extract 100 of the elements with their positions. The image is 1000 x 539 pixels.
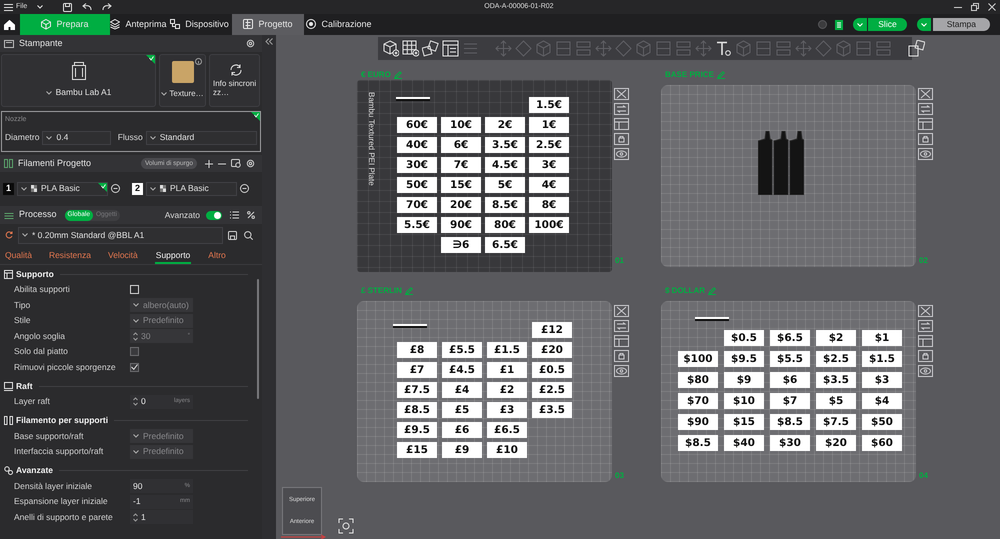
eye-icon[interactable] [918,148,933,160]
tab[interactable]: Calibrazione [304,14,374,35]
price-tag-model: $90 [678,414,718,430]
save-icon[interactable] [228,230,237,240]
restore-icon[interactable] [971,3,979,11]
close-icon[interactable] [614,88,629,100]
scrollbar[interactable] [257,279,259,399]
swap-icon[interactable] [614,320,629,332]
text-tool-icon[interactable] [715,40,732,57]
fit-view-icon[interactable] [338,518,354,534]
printer-selector[interactable]: Bambu Lab A1 [1,54,156,107]
tab[interactable]: Progetto [232,14,304,35]
layout-icon[interactable] [614,118,629,130]
settings-icon[interactable] [246,159,255,168]
dropdown[interactable]: Standard [146,130,257,144]
search-icon[interactable] [244,230,253,240]
sync-filament-icon[interactable] [231,159,241,168]
filament-number: 2 [132,182,143,194]
add-cube-icon[interactable] [382,40,399,57]
reset-icon[interactable] [5,231,13,239]
settings-tab[interactable]: Resistenza [48,246,91,264]
layout-icon[interactable] [442,40,459,57]
plate-number: 04 [919,470,928,482]
price-tag-model: $0.5 [724,330,764,346]
stands-drawing [758,131,804,195]
swap-icon[interactable] [918,103,933,115]
layout-icon[interactable] [918,335,933,347]
tab[interactable]: Dispositivo [167,14,232,35]
settings-tab[interactable]: Supporto [154,246,192,264]
chevron-icon [133,450,139,454]
lock-icon[interactable] [614,350,629,362]
price-tag-model: 2.5€ [529,137,569,153]
redo-icon[interactable] [102,3,112,11]
lock-icon[interactable] [614,133,629,145]
plate-selector[interactable]: Texture… [159,54,206,107]
advanced-switch[interactable] [206,210,222,220]
textured-build-plate[interactable]: Bambu Textured PEI Plate 1.5€ 60€ 10€ 2€ 1€ 40€ 6€ 3.5€ 2.5€ 30€ 7€ 4.5€ 3€ 50€ 15€ 5€ 4€ 70€ 20€ 8.5€ 8€ 5.5€ 90€ 80€ 100€ ∋6 6.5€ [357,80,612,272]
tab[interactable]: Anteprima [110,14,167,35]
menu-icon[interactable] [4,4,13,10]
save-icon[interactable] [63,2,72,12]
lock-icon[interactable] [918,133,933,145]
price-tag-model: 8.5€ [485,197,525,213]
swap-icon[interactable] [614,103,629,115]
percent-icon[interactable] [247,211,255,219]
collapse-icon[interactable] [265,38,273,45]
close-icon[interactable] [614,305,629,317]
eye-icon[interactable] [614,148,629,160]
layout-icon[interactable] [614,335,629,347]
price-tag-model: £8 [397,342,437,358]
print-button[interactable]: Stampa [932,18,990,31]
setting-label: Anelli di supporto e parete [14,510,114,524]
plate-number: 03 [615,470,624,482]
swap-icon[interactable] [918,320,933,332]
build-plate[interactable] [661,85,916,267]
lock-icon[interactable] [918,350,933,362]
pencil-icon[interactable] [716,71,725,79]
plus-icon[interactable] [205,160,213,168]
bar-model [396,97,430,101]
dropdown-button[interactable] [916,18,931,31]
price-tag-model: $1.5 [862,351,902,367]
arrange-icon[interactable] [422,40,439,57]
dropdown[interactable]: 0.4 [42,130,111,144]
sync-button[interactable]: Info sincronizz… [209,54,260,107]
close-icon[interactable] [988,3,996,11]
price-tag-model: $1 [862,330,902,346]
pencil-icon[interactable] [394,71,402,79]
dropdown[interactable]: PLA Basic [17,182,108,196]
dropdown-button[interactable] [853,18,868,31]
settings-tab[interactable]: Velocità [108,246,138,264]
puzzle-icon[interactable] [908,40,925,57]
settings-tab[interactable]: Altro [208,246,226,264]
eye-icon[interactable] [614,365,629,377]
eye-icon[interactable] [918,365,933,377]
close-icon[interactable] [918,305,933,317]
devices-icon [170,19,180,30]
price-tag-model: £4 [442,382,482,398]
settings-tab[interactable]: Qualità [5,246,32,264]
close-icon[interactable] [918,88,933,100]
spin-box[interactable]: 1 [130,510,193,524]
settings-icon[interactable] [246,39,255,48]
file-icon[interactable] [835,20,844,30]
dropdown[interactable]: PLA Basic [146,182,237,196]
home-icon[interactable] [4,20,14,30]
remove-icon[interactable] [240,184,249,193]
check-icon [131,364,138,370]
dropdown[interactable]: * 0.20mm Standard @BBL A1 [18,226,223,244]
bar-model [393,324,427,328]
price-tag-model: $8.5 [770,414,810,430]
undo-icon[interactable] [82,3,92,11]
price-tag-model: £1.5 [487,342,527,358]
list-icon[interactable] [230,211,239,219]
price-tag-model: $5.5 [770,351,810,367]
build-plate[interactable]: $0.5 $6.5 $2 $1 $100 $9.5 $5.5 $2.5 $1.5 $80 $9 $6 $3.5 $3 $70 $10 $7 $5 $4 $90 $15 $8.5 $7.5 $50 $8.5 $40 $30 $20 $60 [661,301,916,482]
build-plate[interactable]: £12 £8 £5.5 £1.5 £20 £7 £4.5 £1 £0.5 £7.5 £4 £2 £2.5 £8.5 £5 £3 £3.5 £9.5 £6 £6.5 £15 £9 £10 [357,301,612,482]
pencil-icon[interactable] [708,287,716,295]
pencil-icon[interactable] [404,287,413,295]
price-tag-model: £8.5 [397,402,437,418]
layout-icon[interactable] [918,118,933,130]
remove-icon[interactable] [111,184,120,193]
add-grid-icon[interactable] [402,40,419,57]
